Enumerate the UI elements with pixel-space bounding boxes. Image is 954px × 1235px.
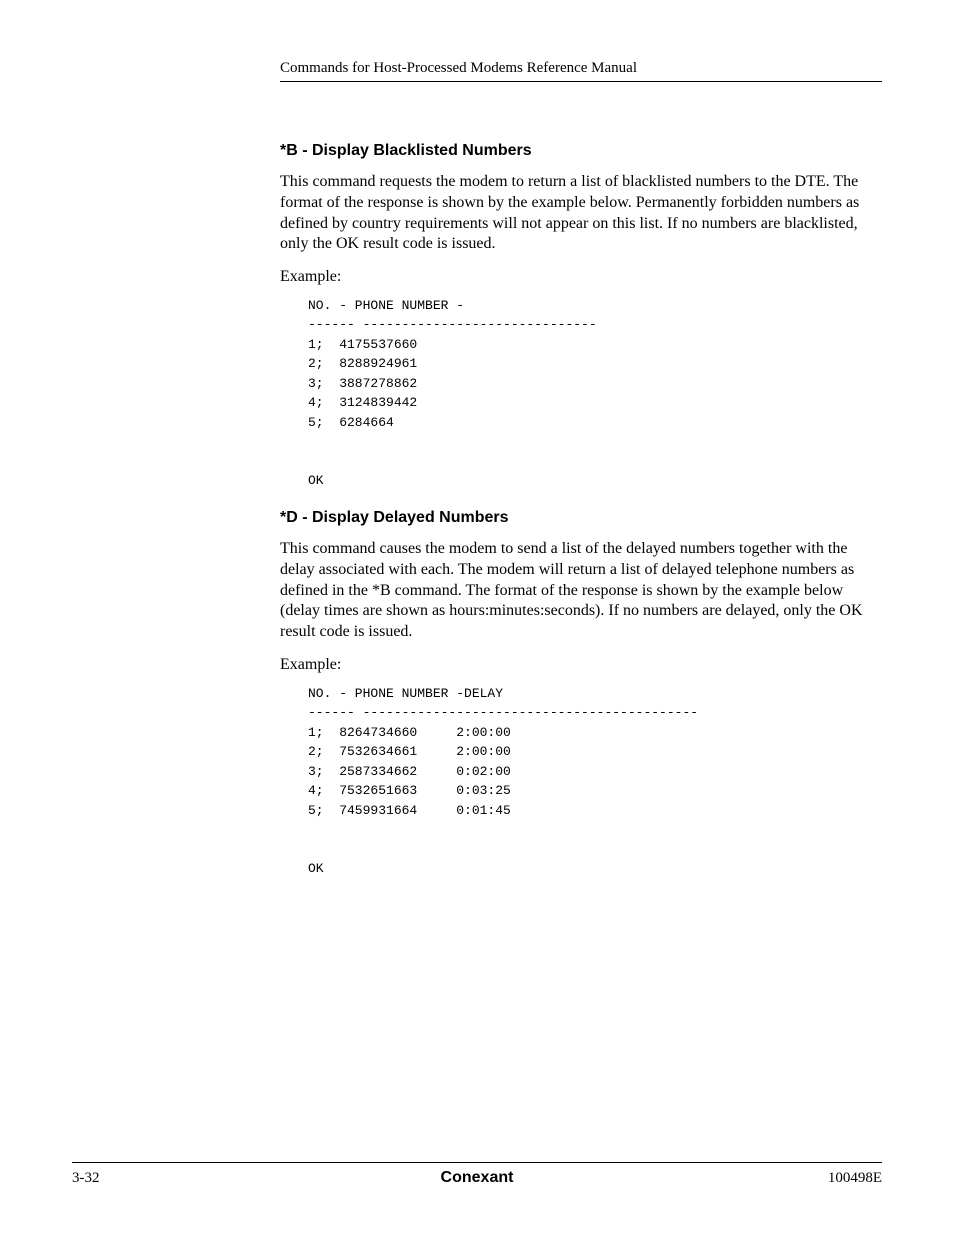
section-b-code-block: NO. - PHONE NUMBER - ------ ------------… — [308, 296, 882, 491]
section-d-heading: *D - Display Delayed Numbers — [280, 509, 882, 527]
section-d-code-block: NO. - PHONE NUMBER -DELAY ------ -------… — [308, 684, 882, 879]
footer-doc-number: 100498E — [802, 1170, 882, 1187]
footer-page-number: 3-32 — [72, 1170, 152, 1187]
section-b-paragraph: This command requests the modem to retur… — [280, 172, 882, 255]
section-d-paragraph: This command causes the modem to send a … — [280, 539, 882, 643]
page-content: Commands for Host-Processed Modems Refer… — [0, 0, 954, 879]
section-d: *D - Display Delayed Numbers This comman… — [280, 509, 882, 879]
section-b-example-label: Example: — [280, 267, 882, 288]
header-rule: Commands for Host-Processed Modems Refer… — [280, 60, 882, 82]
footer-brand: Conexant — [152, 1169, 802, 1187]
running-header: Commands for Host-Processed Modems Refer… — [280, 60, 882, 77]
section-d-example-label: Example: — [280, 655, 882, 676]
section-b-heading: *B - Display Blacklisted Numbers — [280, 142, 882, 160]
page-footer: 3-32 Conexant 100498E — [72, 1162, 882, 1187]
